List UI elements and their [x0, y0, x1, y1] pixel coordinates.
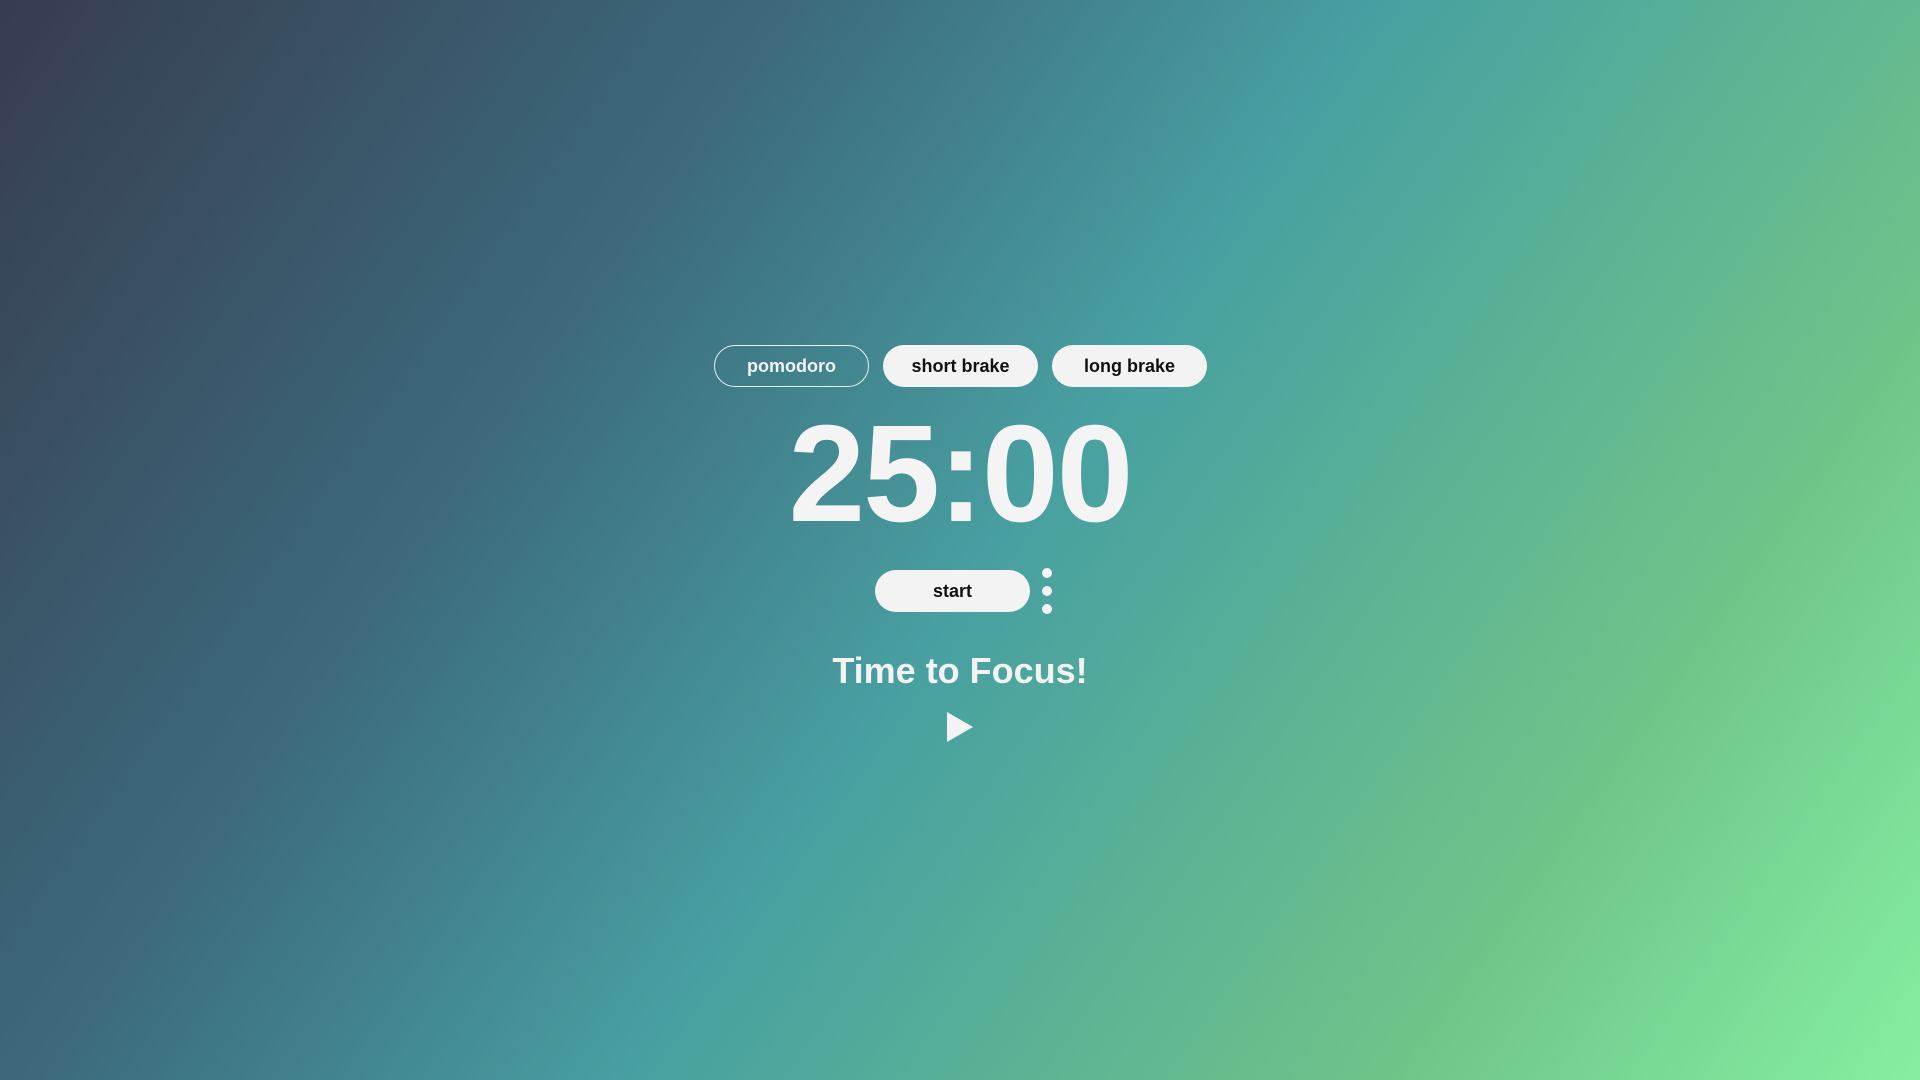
timer-controls: start — [875, 568, 1054, 614]
start-button[interactable]: start — [875, 570, 1030, 612]
play-icon[interactable] — [947, 712, 973, 742]
kebab-menu-icon[interactable] — [1040, 568, 1054, 614]
timer-display: 25:00 — [788, 397, 1134, 551]
kebab-dot — [1042, 604, 1052, 614]
mode-selector: pomodoro short brake long brake — [714, 345, 1207, 387]
mode-button-short-brake[interactable]: short brake — [883, 345, 1038, 387]
kebab-dot — [1042, 568, 1052, 578]
mode-button-long-brake[interactable]: long brake — [1052, 345, 1207, 387]
app-container: pomodoro short brake long brake 25:00 st… — [0, 0, 1920, 1080]
kebab-dot — [1042, 586, 1052, 596]
status-message: Time to Focus! — [832, 650, 1088, 691]
mode-button-pomodoro[interactable]: pomodoro — [714, 345, 869, 387]
